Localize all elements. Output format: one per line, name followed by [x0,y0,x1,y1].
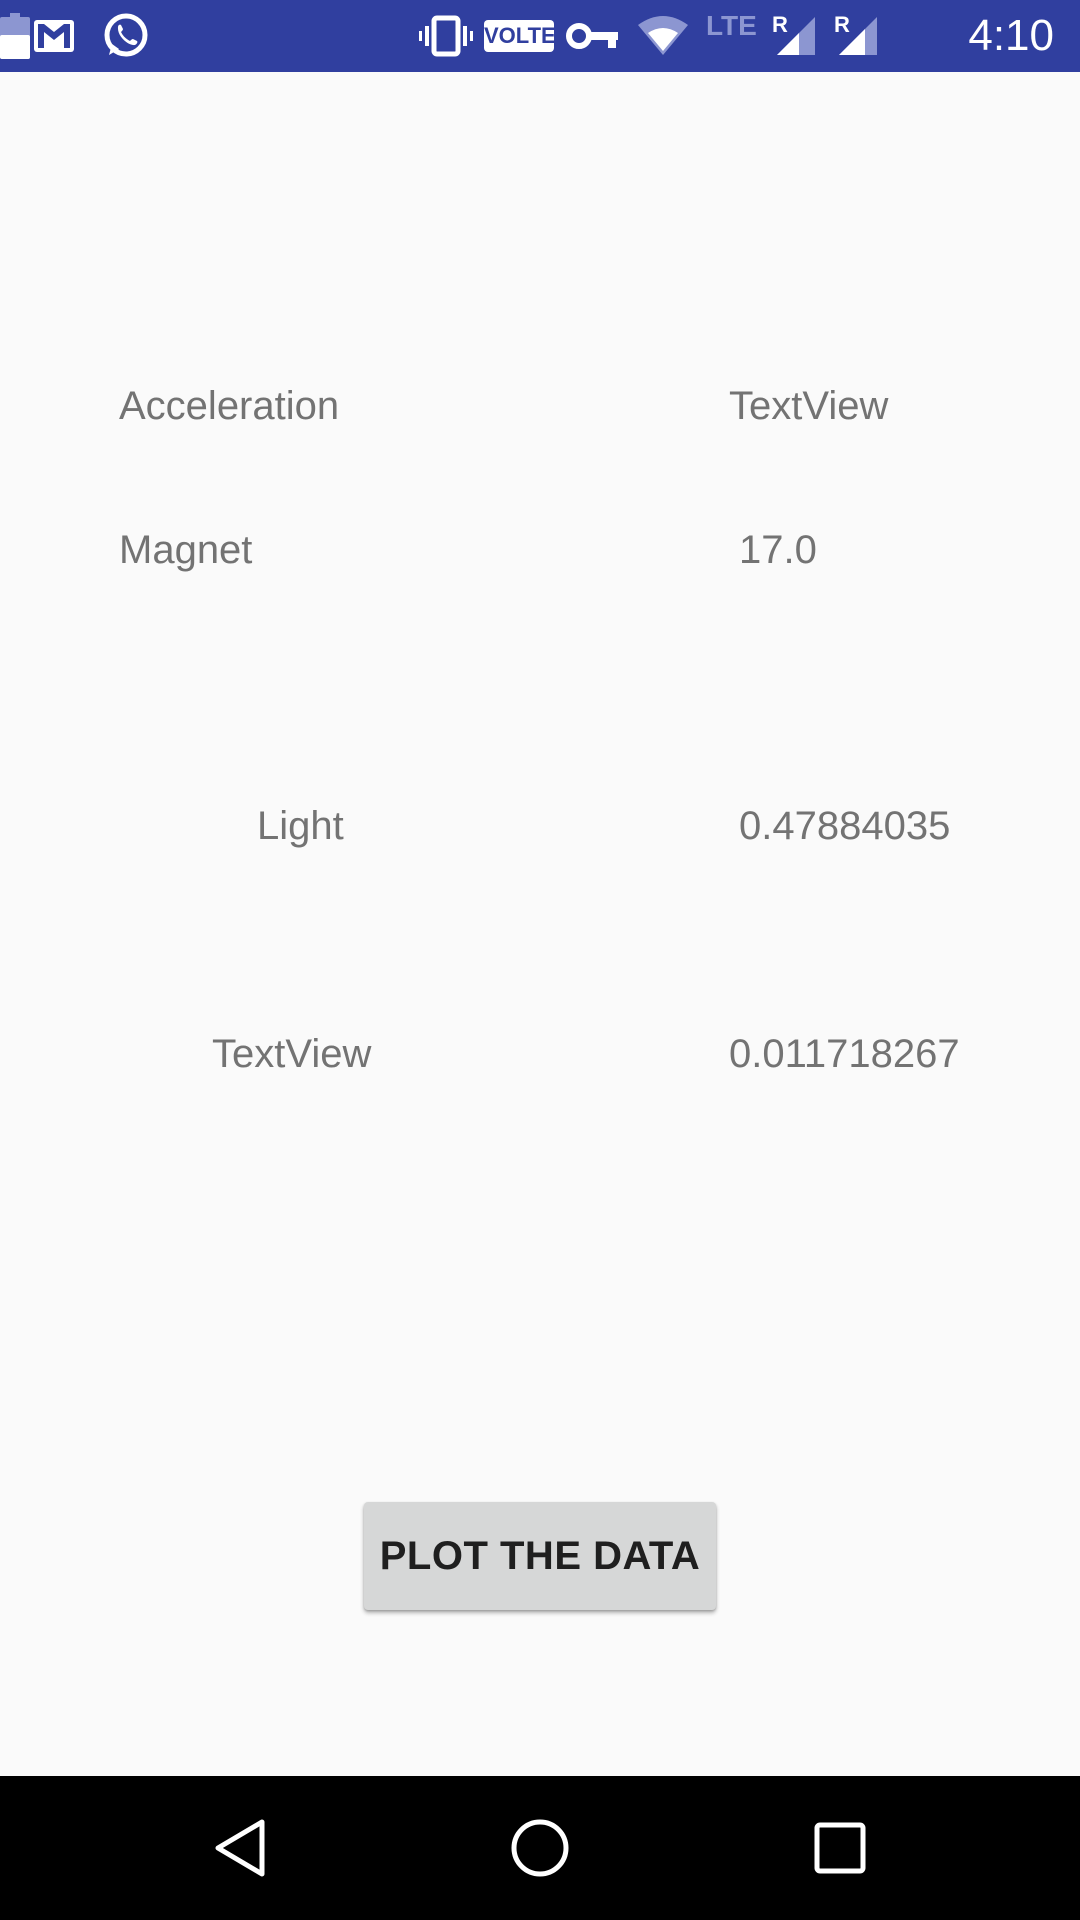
network-type-label: LTE [706,10,757,41]
wifi-icon [634,0,692,72]
vibrate-icon [416,0,476,72]
navigation-bar [0,1776,1080,1920]
magnet-value: 17.0 [739,528,817,572]
light-value: 0.47884035 [739,804,951,848]
recents-icon[interactable] [768,1776,912,1920]
battery-icon [0,0,30,72]
back-icon[interactable] [168,1776,312,1920]
acceleration-value: TextView [729,384,889,428]
magnet-label: Magnet [119,528,253,572]
signal-icon [774,0,818,72]
extra-label: TextView [212,1032,372,1076]
whatsapp-icon [98,0,154,72]
extra-value: 0.011718267 [729,1032,960,1076]
sensor-screen: Acceleration TextView Magnet 17.0 Light … [0,72,1080,1776]
signal-icon [836,0,880,72]
vpn-key-icon [564,0,622,72]
status-clock: 4:10 [968,11,1054,60]
volte-icon: VOLTE [484,20,556,52]
light-label: Light [257,804,344,848]
acceleration-label: Acceleration [119,384,340,428]
home-icon[interactable] [468,1776,612,1920]
plot-data-button[interactable]: PLOT THE DATA [364,1502,716,1610]
gmail-icon [28,0,80,72]
status-bar: VOLTE LTE R R 4:10 [0,0,1080,72]
